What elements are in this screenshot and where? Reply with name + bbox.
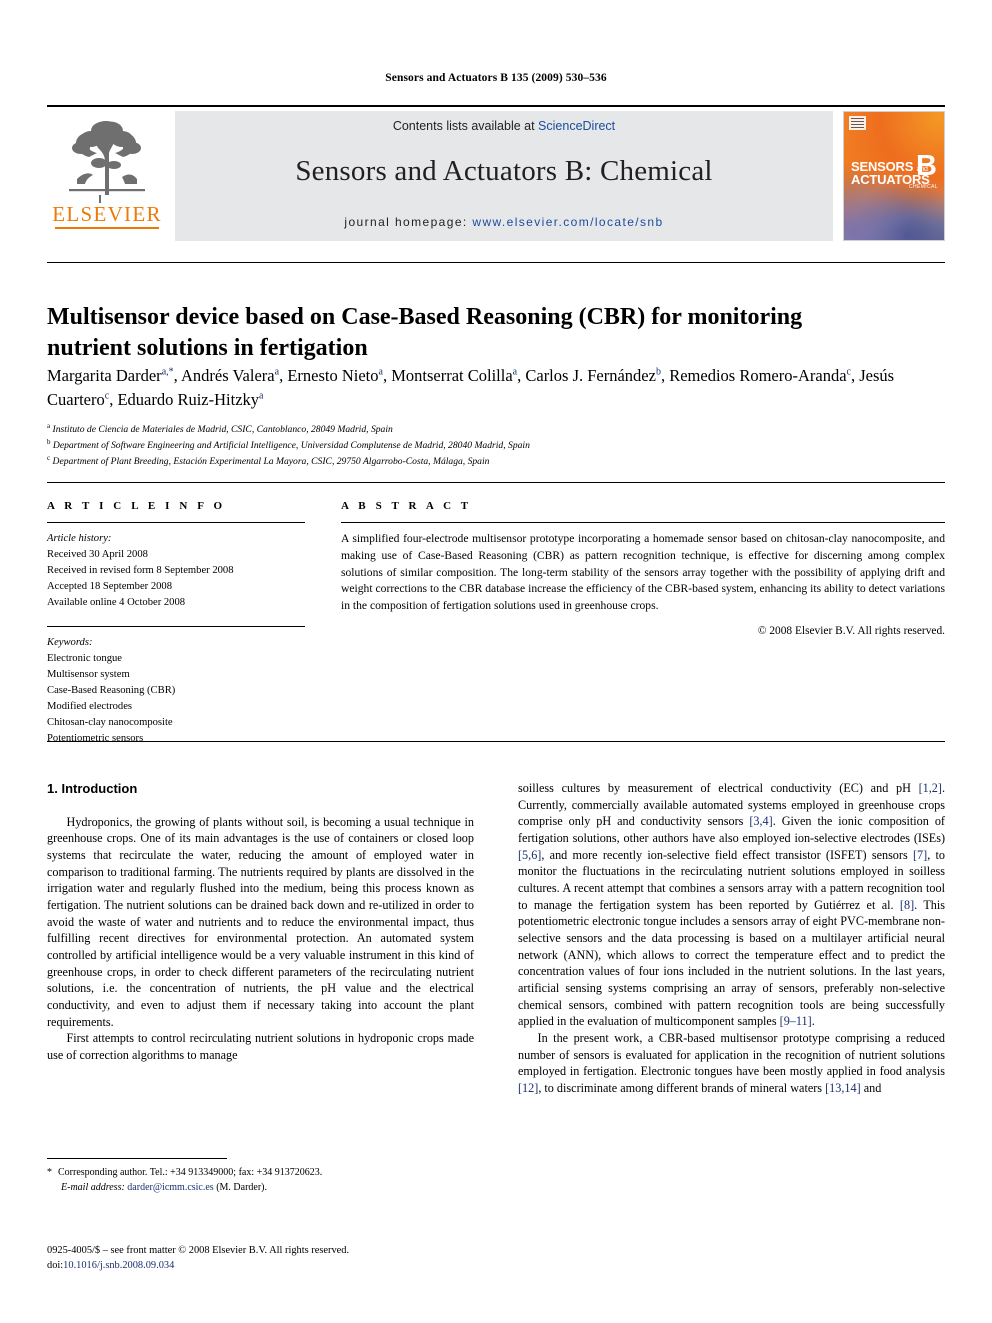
footnote-line: * Corresponding author. Tel.: +34 9133490… [47,1166,474,1181]
footnote-asterisk: * [47,1167,52,1178]
doi-link[interactable]: 10.1016/j.snb.2008.09.034 [63,1260,174,1271]
article-title: Multisensor device based on Case-Based R… [47,304,803,361]
affiliation-text: Instituto de Ciencia de Materiales de Ma… [52,424,393,436]
journal-cover-image: SENSORS and ACTUATORS B CHEMICAL [843,111,945,241]
body-column-right: soilless cultures by measurement of elec… [518,780,945,1220]
abstract-rule [341,522,945,523]
homepage-url-link[interactable]: www.elsevier.com/locate/snb [472,215,663,229]
abstract-text: A simplified four-electrode multisensor … [341,532,945,613]
email-owner: (M. Darder). [216,1181,268,1193]
article-history-label: Article history: [47,533,112,544]
email-link[interactable]: darder@icmm.csic.es [127,1182,213,1193]
section-heading-introduction: 1. Introduction [47,781,138,796]
keyword-item: Case-Based Reasoning (CBR) [47,685,176,697]
doi-line: doi:10.1016/j.snb.2008.09.034 [47,1258,507,1273]
title-divider [47,262,945,263]
body-paragraph: soilless cultures by measurement of elec… [518,781,946,1029]
cover-publisher-badge-icon [849,116,866,130]
history-item: Available online 4 October 2008 [47,596,186,608]
sciencedirect-link[interactable]: ScienceDirect [538,119,615,133]
issn-footer: 0925-4005/$ – see front matter © 2008 El… [47,1243,507,1273]
journal-homepage-line: journal homepage: www.elsevier.com/locat… [344,215,663,229]
abstract-heading: A B S T R A C T [341,500,472,512]
affiliation-item: a Instituto de Ciencia de Materiales de … [47,421,917,437]
affiliation-text: Department of Software Engineering and A… [52,440,530,452]
elsevier-logo: ELSEVIER [47,111,167,241]
elsevier-wordmark: ELSEVIER [52,202,162,226]
issn-line: 0925-4005/$ – see front matter © 2008 El… [47,1245,350,1256]
abstract-copyright: © 2008 Elsevier B.V. All rights reserved… [757,624,945,637]
corresponding-author-footnote: * Corresponding author. Tel.: +34 9133490… [47,1166,474,1195]
contents-prefix: Contents lists available at [392,119,539,133]
cover-volume-letter: B [916,150,937,182]
info-divider-top [47,482,945,483]
history-item: Received 30 April 2008 [47,548,148,560]
keywords-block: Keywords: Electronic tongue Multisensor … [47,635,305,746]
footnote-contact: Corresponding author. Tel.: +34 91334900… [58,1167,323,1178]
keyword-item: Electronic tongue [47,653,123,665]
footnote-email-line: E-mail address: darder@icmm.csic.es (M. … [47,1181,474,1196]
journal-band: Contents lists available at ScienceDirec… [175,111,833,241]
article-info-heading: A R T I C L E I N F O [47,500,226,512]
body-column-left: 1. Introduction Hydroponics, the growing… [47,780,474,1152]
affiliation-text: Department of Plant Breeding, Estación E… [52,456,490,468]
body-paragraph: Hydroponics, the growing of plants witho… [47,814,474,1029]
doi-label: doi: [47,1260,64,1272]
keyword-item: Potentiometric sensors [47,732,144,744]
article-page: Sensors and Actuators B 135 (2009) 530–5… [0,0,992,1323]
cover-subtitle: CHEMICAL [908,184,938,190]
running-head: Sensors and Actuators B 135 (2009) 530–5… [385,72,607,84]
history-item: Received in revised form 8 September 200… [47,564,234,576]
affiliation-item: c Department of Plant Breeding, Estación… [47,453,917,469]
author-list: Margarita Dardera,*, Andrés Valeraa, Ern… [47,366,895,409]
footnote-divider [47,1158,227,1159]
article-info-rule [47,522,305,523]
affiliation-marker: c [47,454,51,463]
affiliation-marker: b [47,438,51,447]
article-history-block: Article history: Received 30 April 2008 … [47,531,305,610]
history-item: Accepted 18 September 2008 [47,580,173,592]
elsevier-underline [55,227,159,229]
info-divider-bottom [47,741,945,742]
affiliation-item: b Department of Software Engineering and… [47,437,917,453]
homepage-prefix: journal homepage: [344,215,473,229]
body-paragraph: In the present work, a CBR-based multise… [518,1030,945,1095]
contents-available-line: Contents lists available at ScienceDirec… [393,119,615,133]
affiliation-list: a Instituto de Ciencia de Materiales de … [47,421,917,469]
keyword-item: Modified electrodes [47,701,133,713]
journal-title: Sensors and Actuators B: Chemical [295,155,713,187]
keyword-item: Multisensor system [47,669,130,681]
article-info-column: A R T I C L E I N F O Article history: R… [47,500,305,747]
body-paragraph: First attempts to control recirculating … [47,1031,474,1062]
journal-masthead: ELSEVIER Contents lists available at Sci… [47,105,945,241]
email-label: E-mail address: [61,1181,125,1193]
affiliation-marker: a [47,422,51,430]
keywords-rule [47,626,305,628]
keywords-label: Keywords: [47,637,93,649]
abstract-column: A B S T R A C T A simplified four-electr… [341,500,945,637]
elsevier-tree-icon [69,121,145,203]
keyword-item: Chitosan-clay nanocomposite [47,716,173,728]
